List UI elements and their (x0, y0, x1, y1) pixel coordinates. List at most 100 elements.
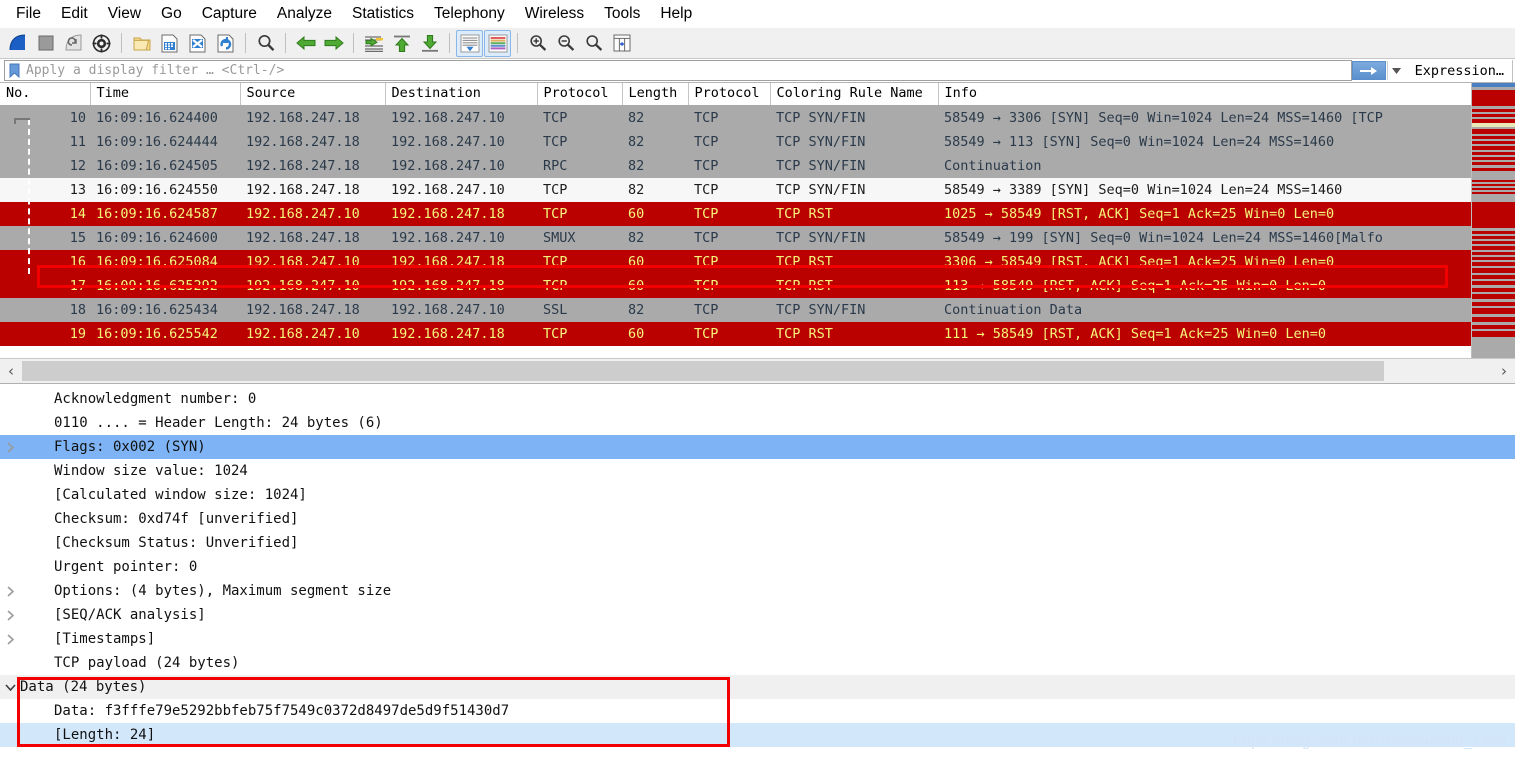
open-file-icon[interactable] (128, 30, 155, 57)
detail-row-calculated-window-size-1024[interactable]: [Calculated window size: 1024] (0, 483, 1515, 507)
menu-item-wireless[interactable]: Wireless (515, 3, 594, 25)
cell-source-2: 192.168.247.10 (240, 273, 385, 298)
cell-coloring-rule-name-7: TCP RST (770, 321, 938, 346)
reload-file-icon[interactable] (212, 30, 239, 57)
toolbar-separator (285, 33, 286, 53)
chevron-right-icon[interactable] (0, 585, 20, 597)
menu-item-analyze[interactable]: Analyze (267, 3, 342, 25)
packet-row-16[interactable]: 16 16:09:16.625084 192.168.247.10 192.168.2… (0, 249, 1471, 274)
go-last-packet-icon[interactable] (416, 30, 443, 57)
cell-protocol-4: TCP (537, 249, 622, 274)
cell-coloring-rule-name-7: TCP RST (770, 273, 938, 298)
column-header-coloring-rule-name-7[interactable]: Coloring Rule Name (770, 83, 939, 106)
search-input[interactable]: Apply a display filter … <Ctrl-/> (4, 60, 1352, 81)
menu-item-go[interactable]: Go (151, 3, 192, 25)
packet-row-15[interactable]: 15 16:09:16.624600 192.168.247.18 192.168.2… (0, 225, 1471, 250)
chevron-down-icon[interactable] (0, 683, 20, 691)
scroll-left-icon[interactable]: ‹ (0, 359, 22, 383)
packet-list-horizontal-scrollbar[interactable]: ‹ › (0, 358, 1515, 384)
packet-row-18[interactable]: 18 16:09:16.625434 192.168.247.18 192.168.2… (0, 297, 1471, 322)
detail-row-data-24-bytes[interactable]: Data (24 bytes) (0, 675, 1515, 699)
save-file-icon[interactable] (156, 30, 183, 57)
scroll-right-icon[interactable]: › (1493, 359, 1515, 383)
cell-protocol-4: TCP (537, 321, 622, 346)
toolbar-separator (121, 33, 122, 53)
cell-protocol-4: TCP (537, 273, 622, 298)
detail-row-window-size-value-1024[interactable]: Window size value: 1024 (0, 459, 1515, 483)
main-toolbar (0, 28, 1515, 59)
column-header-no-0[interactable]: No. (0, 83, 91, 106)
detail-row-tcp-payload-24-bytes[interactable]: TCP payload (24 bytes) (0, 651, 1515, 675)
go-to-packet-icon[interactable] (360, 30, 387, 57)
display-filter-bar: Apply a display filter … <Ctrl-/> Expres… (0, 59, 1515, 83)
detail-row-timestamps[interactable]: [Timestamps] (0, 627, 1515, 651)
menu-item-statistics[interactable]: Statistics (342, 3, 424, 25)
column-header-info-8[interactable]: Info (938, 83, 1471, 106)
cell-destination-3: 192.168.247.18 (385, 273, 537, 298)
go-back-icon[interactable] (292, 30, 319, 57)
packet-row-10[interactable]: 10 16:09:16.624400 192.168.247.18 192.168.2… (0, 105, 1471, 130)
detail-row-seq-ack-analysis[interactable]: [SEQ/ACK analysis] (0, 603, 1515, 627)
menu-item-tools[interactable]: Tools (594, 3, 650, 25)
cell-protocol-6: TCP (688, 297, 770, 322)
capture-options-icon[interactable] (88, 30, 115, 57)
restart-capture-icon[interactable] (60, 30, 87, 57)
chevron-right-icon[interactable] (0, 633, 20, 645)
packet-row-19[interactable]: 19 16:09:16.625542 192.168.247.10 192.168.2… (0, 321, 1471, 346)
cell-length-5: 82 (622, 129, 688, 154)
column-header-destination-3[interactable]: Destination (385, 83, 538, 106)
bookmark-icon[interactable] (5, 61, 23, 80)
menu-item-file[interactable]: File (6, 3, 51, 25)
expression-button[interactable]: Expression… (1405, 59, 1513, 82)
colorize-icon[interactable] (484, 29, 511, 57)
cell-time-1: 16:09:16.624600 (90, 225, 240, 250)
scrollbar-thumb[interactable] (22, 361, 1384, 381)
column-header-source-2[interactable]: Source (240, 83, 386, 106)
zoom-out-icon[interactable] (552, 30, 579, 57)
intelligent-scrollbar[interactable] (1471, 83, 1515, 358)
go-first-packet-icon[interactable] (388, 30, 415, 57)
cell-source-2: 192.168.247.18 (240, 129, 385, 154)
chevron-down-icon[interactable] (1386, 61, 1405, 80)
find-packet-icon[interactable] (252, 30, 279, 57)
packet-row-17[interactable]: 17 16:09:16.625292 192.168.247.10 192.168.2… (0, 273, 1471, 298)
scrollbar-track[interactable] (22, 360, 1493, 382)
apply-filter-arrow-icon[interactable] (1351, 61, 1386, 80)
detail-row-checksum-status-unverified[interactable]: [Checksum Status: Unverified] (0, 531, 1515, 555)
column-header-protocol-6[interactable]: Protocol (688, 83, 771, 106)
zoom-in-icon[interactable] (524, 30, 551, 57)
close-file-icon[interactable] (184, 30, 211, 57)
menu-item-capture[interactable]: Capture (192, 3, 267, 25)
detail-row-0110-header-length-24-bytes-6[interactable]: 0110 .... = Header Length: 24 bytes (6) (0, 411, 1515, 435)
detail-row-options-4-bytes-maximum-segment-si[interactable]: Options: (4 bytes), Maximum segment size (0, 579, 1515, 603)
cell-no-0: 13 (0, 177, 90, 202)
auto-scroll-icon[interactable] (456, 29, 483, 57)
zoom-reset-icon[interactable] (580, 30, 607, 57)
menu-item-edit[interactable]: Edit (51, 3, 98, 25)
detail-row-checksum-0xd74f-unverified[interactable]: Checksum: 0xd74f [unverified] (0, 507, 1515, 531)
cell-protocol-4: TCP (537, 177, 622, 202)
detail-row-flags-0x002-syn[interactable]: Flags: 0x002 (SYN) (0, 435, 1515, 459)
packet-row-14[interactable]: 14 16:09:16.624587 192.168.247.10 192.168.2… (0, 201, 1471, 226)
cell-protocol-6: TCP (688, 273, 770, 298)
detail-row-data-f3fffe79e5292bbfeb75f7549c037[interactable]: Data: f3fffe79e5292bbfeb75f7549c0372d849… (0, 699, 1515, 723)
resize-columns-icon[interactable] (608, 30, 635, 57)
menu-item-view[interactable]: View (98, 3, 151, 25)
cell-no-0: 18 (0, 297, 90, 322)
chevron-right-icon[interactable] (0, 609, 20, 621)
menu-item-help[interactable]: Help (650, 3, 702, 25)
packet-row-11[interactable]: 11 16:09:16.624444 192.168.247.18 192.168.2… (0, 129, 1471, 154)
go-forward-icon[interactable] (320, 30, 347, 57)
chevron-right-icon[interactable] (0, 441, 20, 453)
detail-row-acknowledgment-number-0[interactable]: Acknowledgment number: 0 (0, 387, 1515, 411)
packet-row-12[interactable]: 12 16:09:16.624505 192.168.247.18 192.168.2… (0, 153, 1471, 178)
packet-row-13[interactable]: 13 16:09:16.624550 192.168.247.18 192.168.2… (0, 177, 1471, 202)
stop-capture-icon[interactable] (32, 30, 59, 57)
column-header-time-1[interactable]: Time (90, 83, 241, 106)
start-capture-icon[interactable] (4, 30, 31, 57)
menu-item-telephony[interactable]: Telephony (424, 3, 515, 25)
column-header-protocol-4[interactable]: Protocol (537, 83, 623, 106)
cell-destination-3: 192.168.247.10 (385, 297, 537, 322)
detail-row-urgent-pointer-0[interactable]: Urgent pointer: 0 (0, 555, 1515, 579)
column-header-length-5[interactable]: Length (622, 83, 689, 106)
